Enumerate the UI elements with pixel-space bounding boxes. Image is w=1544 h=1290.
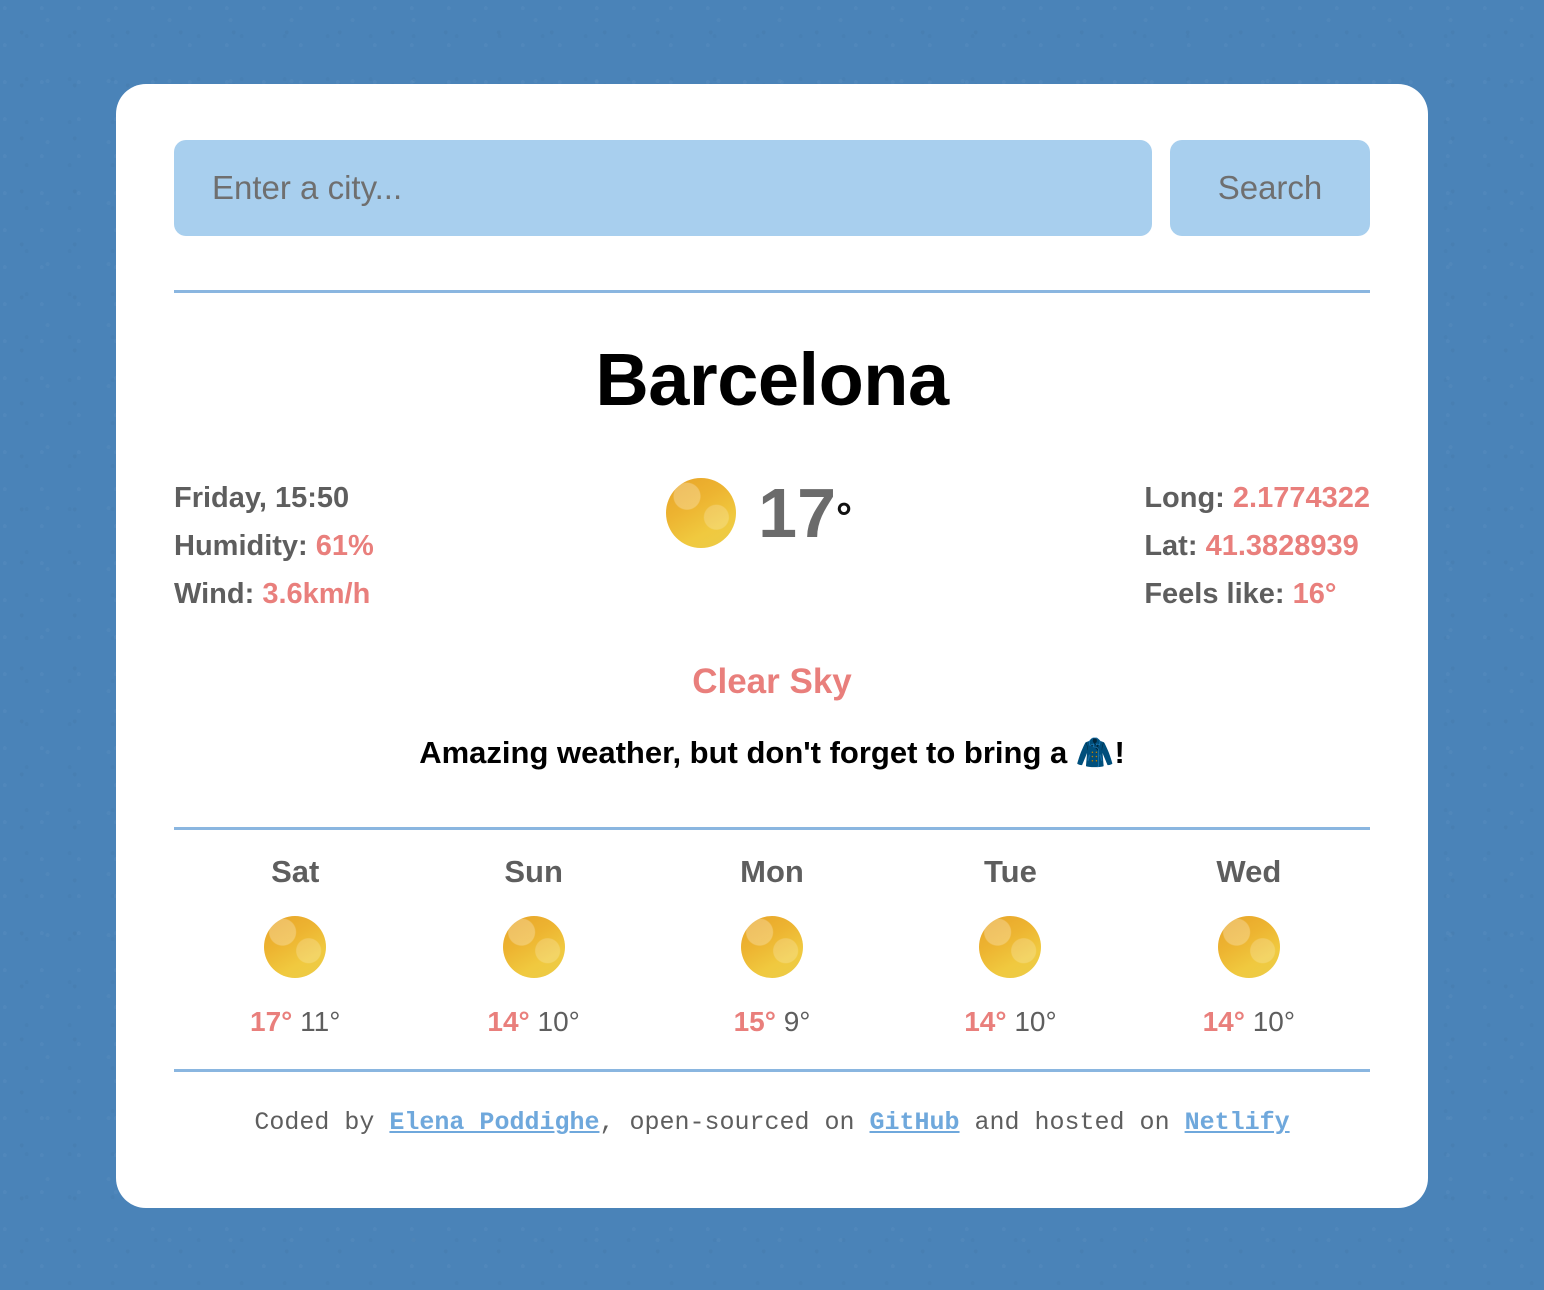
weather-condition: Clear Sky — [692, 662, 852, 702]
forecast-temps: 14° 10° — [1203, 1006, 1295, 1038]
forecast-temps: 14° 10° — [487, 1006, 579, 1038]
forecast-row: Sat 17° 11° Sun 14° 10° Mon 15° 9° Tue 1… — [174, 854, 1370, 1038]
forecast-temp-min: 10° — [1014, 1006, 1057, 1038]
feels-like-value: 16° — [1292, 578, 1337, 611]
footer: Coded by Elena Poddighe, open-sourced on… — [174, 1108, 1370, 1137]
footer-netlify-link[interactable]: Netlify — [1185, 1108, 1290, 1137]
current-latitude: Lat: 41.3828939 — [1144, 522, 1370, 570]
forecast-temp-max: 17° — [250, 1006, 293, 1038]
current-temperature: 17° — [758, 478, 852, 548]
footer-middle: , open-sourced on — [599, 1108, 870, 1138]
current-temperature-block: 17° — [666, 478, 852, 548]
current-feels-like: Feels like: 16° — [1144, 570, 1370, 618]
divider-forecast-bottom — [174, 1069, 1370, 1073]
forecast-temps: 14° 10° — [964, 1006, 1056, 1038]
sun-icon — [979, 916, 1042, 979]
forecast-day-name: Sun — [504, 854, 563, 890]
humidity-value: 61% — [315, 530, 374, 563]
humidity-label: Humidity: — [174, 530, 308, 563]
current-longitude: Long: 2.1774322 — [1144, 474, 1370, 522]
forecast-icon-wrap — [502, 916, 565, 979]
forecast-day: Mon 15° 9° — [653, 854, 891, 1038]
sun-icon — [264, 916, 327, 979]
forecast-temp-min: 11° — [300, 1006, 341, 1038]
forecast-temp-max: 14° — [964, 1006, 1007, 1038]
wind-label: Wind: — [174, 578, 255, 611]
current-right-details: Long: 2.1774322 Lat: 41.3828939 Feels li… — [1144, 474, 1370, 618]
forecast-temp-max: 14° — [487, 1006, 530, 1038]
forecast-temp-min: 10° — [537, 1006, 580, 1038]
forecast-day: Tue 14° 10° — [891, 854, 1129, 1038]
forecast-temps: 17° 11° — [250, 1006, 340, 1038]
current-conditions: Friday, 15:50 Humidity: 61% Wind: 3.6km/… — [174, 474, 1370, 618]
search-input[interactable] — [174, 140, 1152, 236]
current-datetime: Friday, 15:50 — [174, 482, 350, 514]
weather-message: Amazing weather, but don't forget to bri… — [419, 735, 1125, 771]
sun-icon — [502, 916, 565, 979]
footer-github-link[interactable]: GitHub — [870, 1108, 960, 1137]
forecast-icon-wrap — [264, 916, 327, 979]
current-humidity: Humidity: 61% — [174, 522, 374, 570]
wind-value: 3.6km/h — [262, 578, 371, 611]
forecast-day: Sun 14° 10° — [414, 854, 652, 1038]
sun-icon — [1217, 916, 1280, 979]
footer-author-link[interactable]: Elena Poddighe — [389, 1108, 599, 1137]
forecast-day-name: Tue — [984, 854, 1037, 890]
search-form: Search — [174, 140, 1370, 236]
divider-forecast-top — [174, 827, 1370, 831]
forecast-day-name: Sat — [271, 854, 320, 890]
forecast-temp-min: 10° — [1252, 1006, 1296, 1038]
forecast-temp-min: 9° — [783, 1006, 811, 1038]
forecast-icon-wrap — [741, 916, 804, 979]
latitude-label: Lat: — [1144, 530, 1198, 563]
footer-middle-2: and hosted on — [959, 1108, 1185, 1138]
forecast-icon-wrap — [1217, 916, 1280, 979]
temperature-unit: ° — [836, 495, 853, 540]
forecast-day-name: Mon — [740, 854, 804, 890]
longitude-label: Long: — [1144, 482, 1225, 514]
feels-like-label: Feels like: — [1144, 578, 1285, 611]
forecast-temp-max: 15° — [733, 1006, 776, 1038]
current-wind: Wind: 3.6km/h — [174, 570, 374, 618]
footer-prefix: Coded by — [254, 1108, 390, 1138]
temperature-value: 17 — [758, 474, 837, 552]
forecast-temps: 15° 9° — [734, 1006, 811, 1038]
search-button[interactable]: Search — [1170, 140, 1370, 236]
current-left-details: Friday, 15:50 Humidity: 61% Wind: 3.6km/… — [174, 474, 374, 618]
longitude-value: 2.1774322 — [1232, 482, 1370, 514]
forecast-icon-wrap — [979, 916, 1042, 979]
forecast-day-name: Wed — [1216, 854, 1282, 890]
forecast-day: Wed 14° 10° — [1130, 854, 1368, 1038]
forecast-temp-max: 14° — [1202, 1006, 1245, 1038]
weather-card: Search Barcelona Friday, 15:50 Humidity:… — [116, 84, 1428, 1208]
sun-icon — [741, 916, 804, 979]
city-title: Barcelona — [595, 338, 949, 421]
forecast-day: Sat 17° 11° — [176, 854, 414, 1038]
latitude-value: 41.3828939 — [1205, 530, 1359, 563]
sun-icon — [666, 478, 737, 548]
divider-top — [174, 290, 1370, 293]
